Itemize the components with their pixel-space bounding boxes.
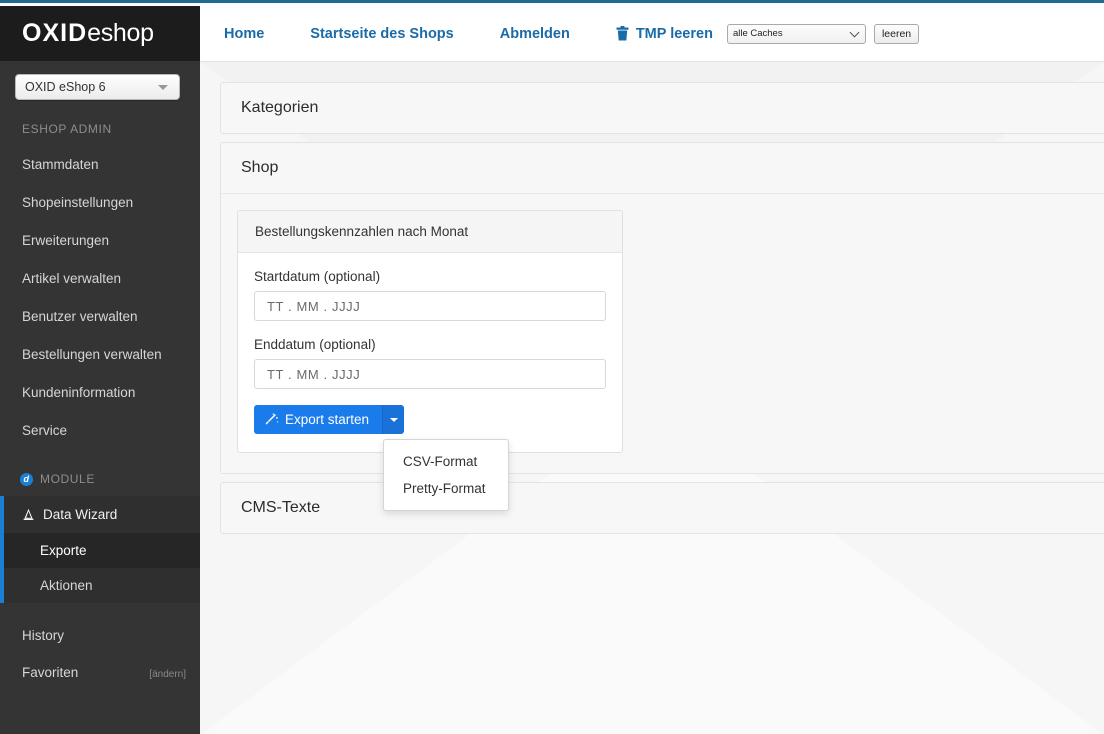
export-button-group: Export starten CSV-Format Pretty-Format (254, 405, 509, 511)
sidebar-section-module-label: MODULE (40, 472, 95, 486)
start-date-input[interactable] (254, 291, 606, 321)
sidebar-item-data-wizard[interactable]: Data Wizard (0, 496, 200, 533)
logo[interactable]: OXIDeshop (0, 6, 200, 61)
module-badge-icon: d (20, 472, 33, 486)
logo-bold-part: OXID (22, 19, 88, 47)
chevron-down-icon (158, 85, 168, 90)
sidebar-item-artikel-verwalten[interactable]: Artikel verwalten (0, 260, 200, 298)
sidebar-section-module-title: d MODULE (0, 450, 200, 496)
shop-selector-wrap: OXID eShop 6 (0, 61, 200, 100)
panel-shop-title[interactable]: Shop (221, 143, 1104, 194)
tmp-leeren-group: TMP leeren (616, 26, 713, 42)
logo-light-part: eshop (87, 19, 154, 47)
export-card-title: Bestellungskennzahlen nach Monat (238, 211, 622, 253)
shop-selector-value: OXID eShop 6 (25, 80, 106, 94)
wizard-hat-icon (23, 508, 34, 520)
content-area: Kategorien Shop Bestellungskennzahlen na… (200, 62, 1104, 734)
sidebar-item-exporte[interactable]: Exporte (0, 533, 200, 568)
sidebar-item-bestellungen-verwalten[interactable]: Bestellungen verwalten (0, 336, 200, 374)
sidebar-module-group-data-wizard: Data Wizard Exporte Aktionen (0, 496, 200, 603)
sidebar-item-benutzer-verwalten[interactable]: Benutzer verwalten (0, 298, 200, 336)
topnav-link-startseite-des-shops[interactable]: Startseite des Shops (310, 26, 453, 42)
end-date-label: Enddatum (optional) (254, 337, 376, 352)
dropdown-item-csv-format[interactable]: CSV-Format (384, 448, 508, 475)
end-date-input[interactable] (254, 359, 606, 389)
sidebar: OXIDeshop OXID eShop 6 ESHOP ADMIN Stamm… (0, 6, 200, 734)
favoriten-edit-link[interactable]: [ändern] (149, 669, 186, 680)
export-card-body: Startdatum (optional) Enddatum (optional… (238, 253, 622, 511)
sidebar-item-kundeninformation[interactable]: Kundeninformation (0, 374, 200, 412)
sidebar-item-aktionen[interactable]: Aktionen (0, 568, 200, 603)
tmp-leeren-label[interactable]: TMP leeren (636, 26, 713, 42)
export-start-button-label: Export starten (285, 412, 370, 427)
sidebar-admin-items: Stammdaten Shopeinstellungen Erweiterung… (0, 146, 200, 450)
main-region: Home Startseite des Shops Abmelden TMP l… (200, 6, 1104, 734)
top-navigation-bar: Home Startseite des Shops Abmelden TMP l… (200, 6, 1104, 62)
panel-shop: Shop Bestellungskennzahlen nach Monat St… (220, 142, 1104, 511)
export-card: Bestellungskennzahlen nach Monat Startda… (237, 210, 623, 511)
cache-select[interactable]: alle Caches (726, 23, 866, 44)
clear-cache-button[interactable]: leeren (873, 23, 920, 44)
topnav-link-home[interactable]: Home (224, 26, 264, 42)
magic-wand-icon (265, 413, 279, 424)
sidebar-item-service[interactable]: Service (0, 412, 200, 450)
panel-shop-body: Bestellungskennzahlen nach Monat Startda… (221, 194, 1104, 511)
sidebar-section-admin-title: ESHOP ADMIN (22, 122, 112, 136)
panel-kategorien-title[interactable]: Kategorien (221, 83, 1104, 133)
sidebar-item-erweiterungen[interactable]: Erweiterungen (0, 222, 200, 260)
export-format-dropdown-menu: CSV-Format Pretty-Format (383, 439, 509, 511)
panel-cms-texte-title[interactable]: CMS-Texte (221, 483, 1104, 533)
chevron-down-icon (849, 27, 860, 37)
sidebar-item-history[interactable]: History (0, 617, 200, 655)
sidebar-item-data-wizard-label: Data Wizard (43, 507, 118, 522)
shop-selector[interactable]: OXID eShop 6 (15, 74, 180, 100)
start-date-label: Startdatum (optional) (254, 269, 381, 284)
sidebar-item-favoriten-label: Favoriten (22, 665, 79, 680)
trash-icon (616, 26, 629, 41)
caret-down-icon (389, 417, 398, 422)
admin-page: OXIDeshop OXID eShop 6 ESHOP ADMIN Stamm… (0, 0, 1104, 734)
topnav-link-abmelden[interactable]: Abmelden (500, 26, 570, 42)
panel-cms-texte: CMS-Texte (220, 482, 1104, 534)
dropdown-item-pretty-format[interactable]: Pretty-Format (384, 475, 508, 502)
cache-select-value: alle Caches (732, 28, 783, 39)
export-format-dropdown-toggle[interactable] (382, 405, 405, 434)
logo-text: OXIDeshop (22, 21, 154, 46)
panel-kategorien: Kategorien (220, 82, 1104, 134)
sidebar-item-stammdaten[interactable]: Stammdaten (0, 146, 200, 184)
export-start-button[interactable]: Export starten (254, 405, 383, 434)
sidebar-item-shopeinstellungen[interactable]: Shopeinstellungen (0, 184, 200, 222)
sidebar-item-favoriten[interactable]: Favoriten [ändern] (0, 655, 200, 690)
